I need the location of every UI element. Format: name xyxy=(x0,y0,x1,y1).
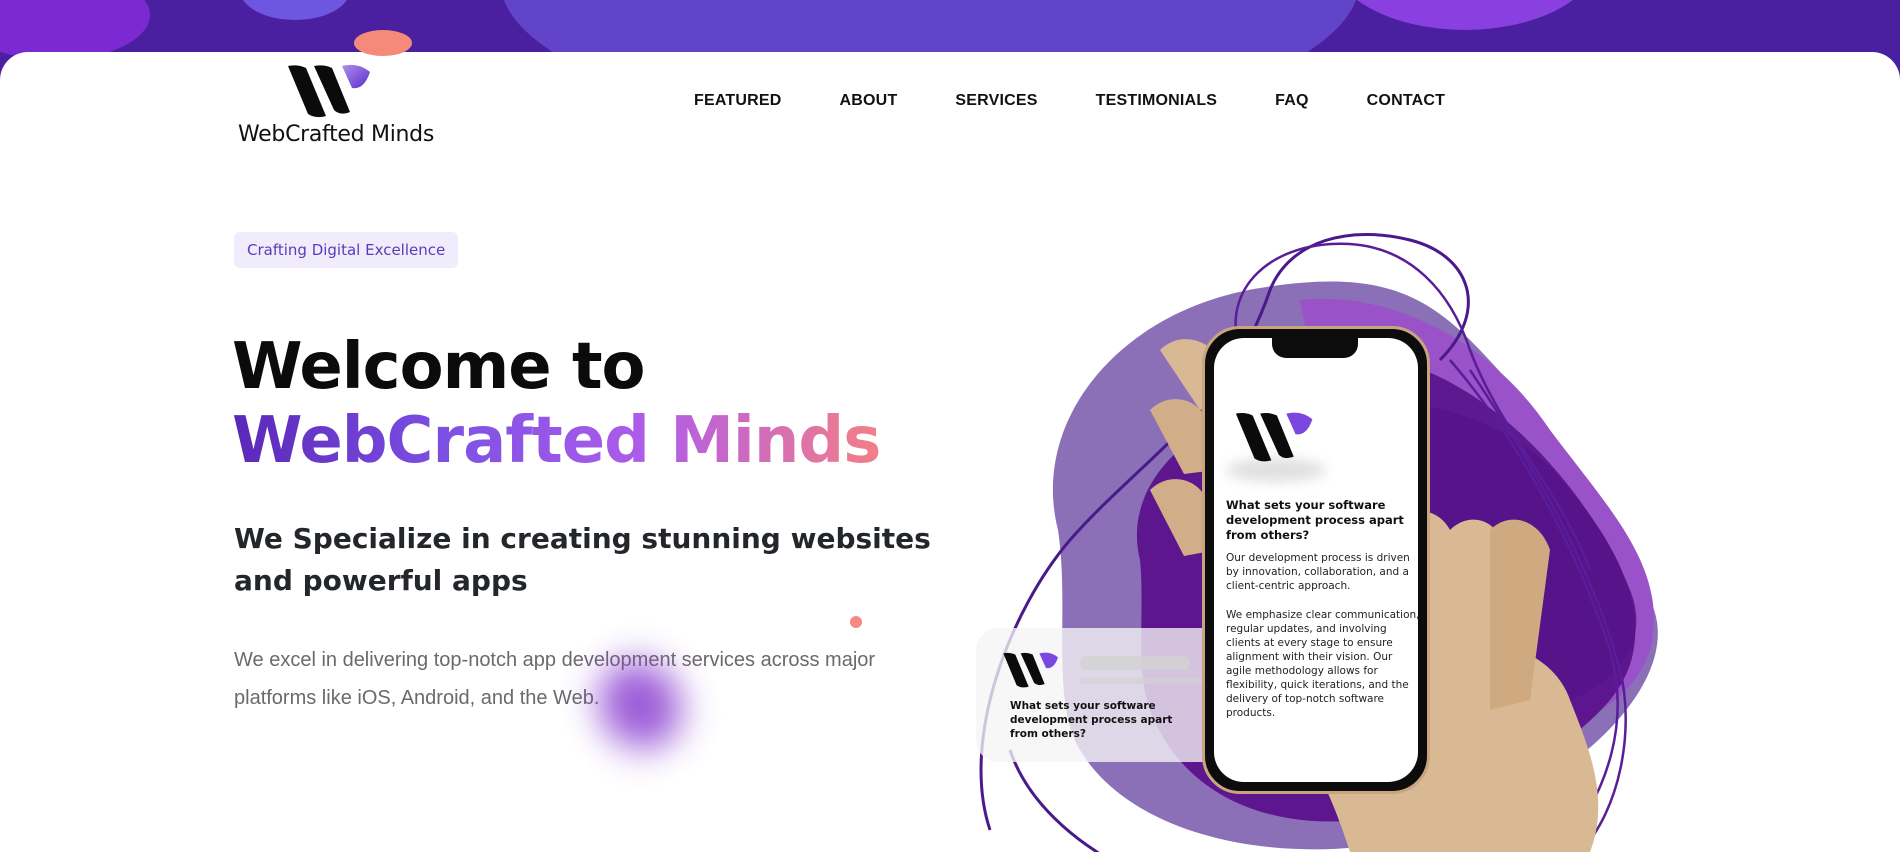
headline-line-2: WebCrafted Minds xyxy=(232,404,881,478)
phone-paragraph-1: Our development process is driven by inn… xyxy=(1226,552,1410,592)
placeholder-bar xyxy=(1080,656,1190,670)
decorative-dot xyxy=(354,30,412,56)
decorative-blob xyxy=(1330,0,1600,30)
nav-testimonials[interactable]: TESTIMONIALS xyxy=(1096,92,1218,110)
card-question: What sets your software development proc… xyxy=(1010,700,1173,740)
brand-logo-icon xyxy=(1003,652,1058,688)
tagline-badge: Crafting Digital Excellence xyxy=(234,232,459,268)
nav-contact[interactable]: CONTACT xyxy=(1367,92,1445,110)
phone-paragraph-2: We emphasize clear communication, regula… xyxy=(1226,609,1418,719)
phone-mockup: What sets your software development proc… xyxy=(1202,326,1430,794)
decorative-blob xyxy=(240,0,350,20)
brand-logo[interactable]: WebCrafted Minds xyxy=(238,62,434,152)
nav-about[interactable]: ABOUT xyxy=(840,92,898,110)
phone-notch xyxy=(1272,338,1358,358)
brand-name: WebCrafted Minds xyxy=(238,122,434,147)
main-nav: FEATURED ABOUT SERVICES TESTIMONIALS FAQ… xyxy=(694,92,1445,110)
decorative-dot xyxy=(850,616,862,628)
nav-faq[interactable]: FAQ xyxy=(1275,92,1309,110)
brand-logo-icon xyxy=(288,64,370,118)
hero-subheading: We Specialize in creating stunning websi… xyxy=(234,522,931,597)
phone-question: What sets your software development proc… xyxy=(1226,498,1404,542)
phone-screen: What sets your software development proc… xyxy=(1214,338,1418,782)
brand-logo-icon xyxy=(1235,412,1313,462)
decorative-blob xyxy=(0,0,150,60)
headline-line-1: Welcome to xyxy=(232,330,645,404)
nav-featured[interactable]: FEATURED xyxy=(694,92,782,110)
hero-headline: Welcome to WebCrafted Minds xyxy=(232,330,881,478)
nav-services[interactable]: SERVICES xyxy=(955,92,1037,110)
hero-description: We excel in delivering top-notch app dev… xyxy=(234,649,876,709)
